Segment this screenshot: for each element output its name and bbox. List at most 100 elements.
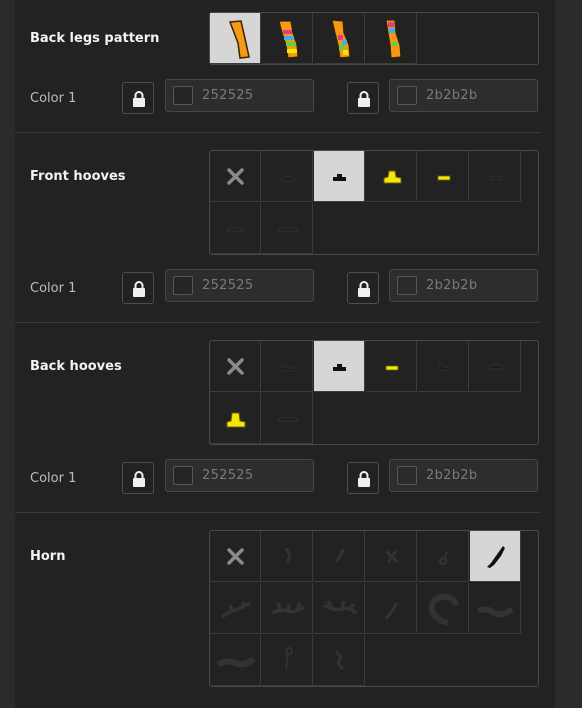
lock-color-button[interactable]: [122, 462, 154, 494]
horn-style-1-icon: [284, 547, 292, 564]
option-antenna-horn[interactable]: [262, 635, 313, 686]
option-yellow-hoof-band[interactable]: [418, 151, 469, 202]
solid-orange-leg-icon: [228, 20, 250, 59]
antler-style-2-icon: [271, 602, 306, 615]
lock-color-button[interactable]: [122, 82, 154, 114]
horn-style-9-icon: [384, 602, 399, 620]
section-divider: [15, 512, 540, 513]
option-rainbow-patch-leg[interactable]: [314, 13, 365, 64]
lock-icon: [358, 281, 370, 297]
section-label-back-legs-pattern: Back legs pattern: [30, 31, 160, 46]
color-swatch[interactable]: [173, 466, 193, 485]
curled-horn-icon: [428, 593, 459, 626]
option-hoof-style-5[interactable]: [470, 341, 521, 392]
hoof-style-7-icon: [276, 417, 300, 422]
hex-value: 252525: [202, 468, 254, 483]
color-swatch[interactable]: [397, 276, 417, 295]
lock-icon: [133, 471, 145, 487]
option-hoof-style-1[interactable]: [262, 151, 313, 202]
color-field-secondary[interactable]: 2b2b2b: [389, 269, 538, 302]
option-rainbow-sock-leg[interactable]: [366, 13, 417, 64]
option-none[interactable]: [210, 531, 261, 582]
color-swatch[interactable]: [173, 276, 193, 295]
option-horn-style-2[interactable]: [314, 531, 365, 582]
back-hooves-grid: [209, 340, 539, 445]
option-hoof-style-5[interactable]: [470, 151, 521, 202]
option-yellow-hoof-band[interactable]: [366, 341, 417, 392]
antenna-horn-icon: [285, 647, 293, 670]
mustache-horn-icon: [216, 656, 256, 668]
rainbow-sock-leg-icon: [385, 19, 402, 59]
option-hoof-style-2[interactable]: [314, 151, 365, 202]
golden-hoof-icon: [383, 170, 402, 184]
wide-horn-icon: [476, 606, 514, 618]
horn-grid: [209, 530, 539, 687]
option-rainbow-stripe-leg[interactable]: [262, 13, 313, 64]
color-swatch[interactable]: [397, 466, 417, 485]
horn-style-2-icon: [334, 548, 345, 563]
option-horn-style-4[interactable]: [418, 531, 469, 582]
hoof-style-6-icon: [225, 227, 246, 232]
option-unicorn-horn[interactable]: [470, 531, 521, 582]
horn-style-14-icon: [334, 650, 345, 670]
lock-color-button[interactable]: [347, 82, 379, 114]
option-wide-horn[interactable]: [470, 583, 521, 634]
option-hoof-style-4[interactable]: [418, 341, 469, 392]
option-horn-style-9[interactable]: [366, 583, 417, 634]
lock-icon: [358, 471, 370, 487]
color-field-primary[interactable]: 252525: [165, 79, 314, 112]
option-curled-horn[interactable]: [418, 583, 469, 634]
option-antler-style-1[interactable]: [210, 583, 261, 634]
hex-value: 252525: [202, 88, 254, 103]
option-golden-bell-hoof[interactable]: [210, 393, 261, 444]
option-none[interactable]: [210, 341, 261, 392]
option-hoof-style-2[interactable]: [314, 341, 365, 392]
color-field-secondary[interactable]: 2b2b2b: [389, 79, 538, 112]
option-antler-style-2[interactable]: [262, 583, 313, 634]
color-field-primary[interactable]: 252525: [165, 269, 314, 302]
hex-value: 252525: [202, 278, 254, 293]
color-swatch[interactable]: [173, 86, 193, 105]
color-1-label: Color 1: [30, 281, 77, 296]
option-hoof-style-1[interactable]: [262, 341, 313, 392]
lock-color-button[interactable]: [347, 462, 379, 494]
page-margin-left: [0, 0, 15, 708]
option-solid-orange-leg[interactable]: [210, 13, 261, 64]
section-label-front-hooves: Front hooves: [30, 169, 126, 184]
color-field-primary[interactable]: 252525: [165, 459, 314, 492]
option-antler-style-3[interactable]: [314, 583, 365, 634]
back-legs-pattern-grid: [209, 12, 539, 65]
hoof-style-5-icon: [490, 176, 502, 181]
lock-color-button[interactable]: [122, 272, 154, 304]
option-golden-hoof[interactable]: [366, 151, 417, 202]
hoof-style-7-icon: [276, 227, 300, 232]
hoof-style-2-icon: [333, 174, 346, 181]
color-field-secondary[interactable]: 2b2b2b: [389, 459, 538, 492]
option-horn-style-1[interactable]: [262, 531, 313, 582]
option-mustache-horn[interactable]: [210, 635, 261, 686]
color-swatch[interactable]: [397, 86, 417, 105]
color-1-label: Color 1: [30, 91, 77, 106]
section-divider: [15, 132, 540, 133]
lock-color-button[interactable]: [347, 272, 379, 304]
rainbow-patch-leg-icon: [331, 19, 351, 59]
hoof-style-4-icon: [438, 363, 449, 371]
option-hoof-style-6[interactable]: [210, 203, 261, 254]
antler-style-1-icon: [220, 601, 251, 619]
option-hoof-style-7[interactable]: [262, 203, 313, 254]
option-horn-style-3[interactable]: [366, 531, 417, 582]
none-x-icon: [227, 358, 244, 375]
rainbow-stripe-leg-icon: [278, 20, 299, 59]
section-divider: [15, 322, 540, 323]
hoof-style-1-icon: [281, 176, 295, 182]
golden-bell-hoof-icon: [226, 412, 246, 428]
hex-value: 2b2b2b: [426, 468, 478, 483]
option-none[interactable]: [210, 151, 261, 202]
lock-icon: [133, 281, 145, 297]
yellow-hoof-band-icon: [385, 365, 399, 371]
horn-style-3-icon: [384, 549, 399, 564]
option-hoof-style-7[interactable]: [262, 393, 313, 444]
option-horn-style-14[interactable]: [314, 635, 365, 686]
hoof-style-5-icon: [488, 364, 504, 370]
none-x-icon: [227, 168, 244, 185]
